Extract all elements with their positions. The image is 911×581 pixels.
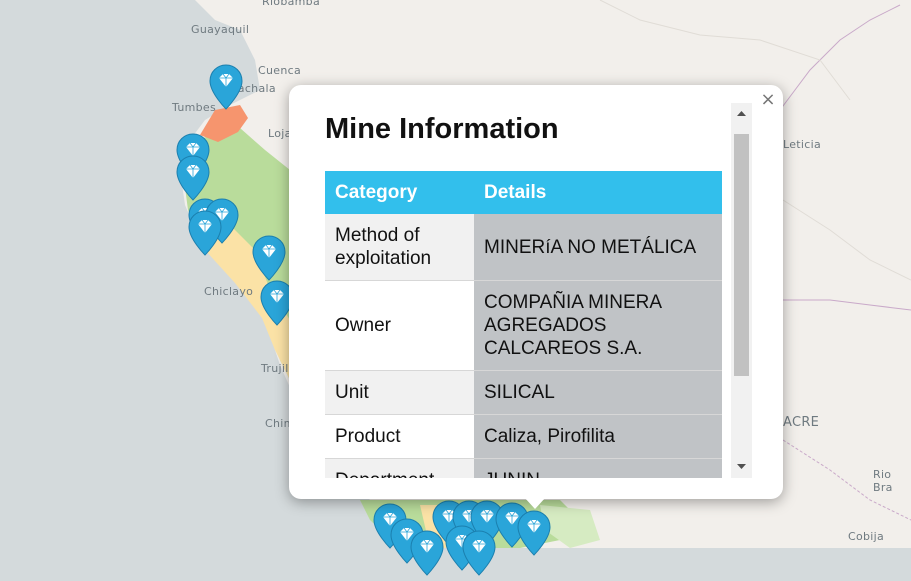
row-category: Unit — [325, 370, 474, 415]
mine-marker-icon[interactable] — [209, 64, 243, 110]
city-label-guayaquil: Guayaquil — [191, 23, 250, 36]
city-label-rio-branco: Rio Bra — [873, 468, 893, 494]
mine-marker-icon[interactable] — [410, 530, 444, 576]
table-row: Product Caliza, Pirofilita — [325, 414, 722, 459]
mine-marker-icon[interactable] — [462, 530, 496, 576]
scroll-up-arrow-icon[interactable] — [731, 107, 752, 121]
city-label-cobija: Cobija — [848, 530, 885, 543]
city-label-cuenca: Cuenca — [258, 64, 301, 77]
city-label-riobamba: Riobamba — [262, 0, 320, 8]
mine-info-table: Category Details Method of exploitation … — [325, 171, 722, 478]
city-label-acre: ACRE — [783, 415, 820, 430]
row-details: SILICAL — [474, 370, 722, 415]
row-category: Product — [325, 414, 474, 459]
header-details: Details — [474, 171, 722, 214]
mine-marker-icon[interactable] — [517, 510, 551, 556]
popup-scrollbar[interactable] — [731, 103, 752, 478]
popup-title: Mine Information — [325, 113, 559, 145]
mine-marker-icon[interactable] — [188, 210, 222, 256]
table-row: Owner COMPAÑIA MINERA AGREGADOS CALCAREO… — [325, 280, 722, 371]
row-details: Caliza, Pirofilita — [474, 414, 722, 459]
popup-content[interactable]: Mine Information Category Details Method… — [325, 103, 722, 478]
row-details: MINERíA NO METÁLICA — [474, 214, 722, 281]
row-details: JUNIN — [474, 458, 722, 478]
table-header-row: Category Details — [325, 171, 722, 214]
row-category: Method of exploitation — [325, 214, 474, 281]
close-button[interactable]: × — [758, 90, 778, 110]
row-category: Owner — [325, 280, 474, 371]
mine-marker-icon[interactable] — [252, 235, 286, 281]
table-row: Department JUNIN — [325, 458, 722, 478]
scroll-thumb[interactable] — [734, 134, 749, 376]
row-details: COMPAÑIA MINERA AGREGADOS CALCAREOS S.A. — [474, 280, 722, 371]
row-category: Department — [325, 458, 474, 478]
mine-marker-icon[interactable] — [176, 155, 210, 201]
table-row: Method of exploitation MINERíA NO METÁLI… — [325, 214, 722, 281]
city-label-chiclayo: Chiclayo — [204, 285, 254, 298]
city-label-leticia: Leticia — [783, 138, 822, 151]
scroll-down-arrow-icon[interactable] — [731, 459, 752, 473]
popup-tip — [524, 497, 546, 509]
header-category: Category — [325, 171, 474, 214]
table-row: Unit SILICAL — [325, 370, 722, 415]
